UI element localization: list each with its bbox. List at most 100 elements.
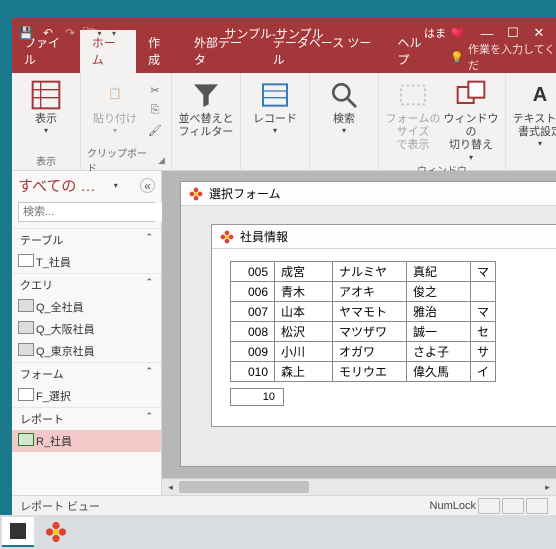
cell-c2[interactable]: オガワ [333,342,407,362]
cell-id[interactable]: 007 [231,302,275,322]
employee-table: 005成宮ナルミヤ真紀マ006青木アオキ俊之007山本ヤマモト雅治マ008松沢マ… [230,261,496,382]
cell-c1[interactable]: 森上 [275,362,333,382]
cell-c2[interactable]: ヤマモト [333,302,407,322]
report-view-button[interactable] [478,498,500,514]
taskbar-app-1[interactable] [2,517,34,547]
copy-button[interactable]: ⎘ [145,101,165,119]
nav-group-forms[interactable]: フォーム⌃ [12,362,161,385]
find-button[interactable]: 検索 ▾ [316,77,372,136]
scroll-right-icon[interactable]: ▸ [539,479,556,495]
cell-c1[interactable]: 山本 [275,302,333,322]
size-to-fit-button[interactable]: フォームのサイズ で表示 [385,77,441,153]
scroll-thumb[interactable] [179,481,309,493]
table-row[interactable]: 009小川オガワさよ子サ [231,342,496,362]
paste-button[interactable]: 📋 貼り付け ▾ [87,77,143,136]
ribbon-group-find: 検索 ▾ [310,73,379,170]
subform-titlebar[interactable]: 社員情報 — [212,225,556,249]
format-painter-button[interactable]: 🖌 [145,121,165,139]
cell-c3[interactable]: さよ子 [407,342,471,362]
table-row[interactable]: 008松沢マツザワ誠一セ [231,322,496,342]
search-input[interactable] [19,203,169,221]
cell-c3[interactable]: 真紀 [407,262,471,282]
tab-help[interactable]: ヘルプ [386,30,443,73]
body-area: すべての … ▾ « 🔍 テーブル⌃ T_社員 クエリ⌃ Q_全社員 Q_大阪社… [12,171,556,495]
funnel-icon [190,79,222,111]
taskbar [0,515,556,549]
nav-item-q-osaka[interactable]: Q_大阪社員 [12,318,161,340]
cell-c4[interactable] [471,282,496,302]
dialog-launcher-icon[interactable]: ◢ [158,155,165,166]
find-label: 検索 [333,113,355,126]
form-icon [220,230,234,244]
cell-c3[interactable]: 雅治 [407,302,471,322]
table-row[interactable]: 007山本ヤマモト雅治マ [231,302,496,322]
sort-filter-button[interactable]: 並べ替えと フィルター [178,77,234,139]
nav-item-r-emp[interactable]: R_社員 [12,430,161,452]
ribbon: 表示 ▾ 表示 📋 貼り付け ▾ ✂ ⎘ 🖌 クリップボード◢ [12,73,556,171]
record-navigator[interactable]: 10 [230,388,284,406]
taskbar-app-2[interactable] [40,517,72,547]
chevron-down-icon: ▾ [44,126,48,136]
nav-item-t-emp[interactable]: T_社員 [12,251,161,273]
cell-id[interactable]: 008 [231,322,275,342]
ribbon-group-view: 表示 ▾ 表示 [12,73,81,170]
chevron-down-icon: ▾ [538,139,542,149]
cell-id[interactable]: 010 [231,362,275,382]
tell-me-search[interactable]: 💡 作業を入力してくだ [442,41,556,73]
cell-c3[interactable]: 偉久馬 [407,362,471,382]
table-row[interactable]: 010森上モリウエ偉久馬イ [231,362,496,382]
save-icon[interactable]: 💾 [16,23,36,43]
cell-c2[interactable]: アオキ [333,282,407,302]
table-row[interactable]: 005成宮ナルミヤ真紀マ [231,262,496,282]
nav-item-f-sel[interactable]: F_選択 [12,385,161,407]
nav-item-q-tokyo[interactable]: Q_東京社員 [12,340,161,362]
nav-group-tables[interactable]: テーブル⌃ [12,228,161,251]
form-titlebar[interactable]: 選択フォーム [181,182,556,206]
folder-open-icon[interactable]: 🗁▾ [82,23,102,43]
redo-icon[interactable]: ↷ [60,23,80,43]
nav-group-reports[interactable]: レポート⌃ [12,407,161,430]
cell-c3[interactable]: 俊之 [407,282,471,302]
lightbulb-icon: 💡 [450,51,464,64]
print-preview-button[interactable] [502,498,524,514]
horizontal-scrollbar[interactable]: ◂ ▸ [162,478,556,495]
layout-view-button[interactable] [526,498,548,514]
nav-header[interactable]: すべての … ▾ « [12,171,161,200]
cut-button[interactable]: ✂ [145,81,165,99]
scroll-left-icon[interactable]: ◂ [162,479,179,495]
cell-c4[interactable]: サ [471,342,496,362]
cell-c1[interactable]: 小川 [275,342,333,362]
qat-customize-icon[interactable]: ▾ [104,23,124,43]
cell-id[interactable]: 009 [231,342,275,362]
cell-id[interactable]: 005 [231,262,275,282]
tab-create[interactable]: 作成 [136,30,182,73]
cell-c2[interactable]: ナルミヤ [333,262,407,282]
cell-c1[interactable]: 成宮 [275,262,333,282]
records-button[interactable]: レコード ▾ [247,77,303,136]
cell-c2[interactable]: モリウエ [333,362,407,382]
cell-id[interactable]: 006 [231,282,275,302]
cell-c4[interactable]: イ [471,362,496,382]
switch-windows-button[interactable]: ウィンドウの 切り替え ▾ [443,77,499,162]
tab-external-data[interactable]: 外部データ [182,30,261,73]
magnifier-icon [328,79,360,111]
cell-c4[interactable]: マ [471,262,496,282]
cell-c3[interactable]: 誠一 [407,322,471,342]
cell-c4[interactable]: マ [471,302,496,322]
undo-icon[interactable]: ↶ [38,23,58,43]
chevron-down-icon: ▾ [469,153,473,163]
record-count: 10 [263,391,275,403]
app-window: 💾 ↶ ↷ 🗁▾ ▾ サンプル-サンプル はま — ☐ ✕ ファイル ホーム 作… [12,18,556,515]
ribbon-group-sort: 並べ替えと フィルター [172,73,241,170]
cell-c2[interactable]: マツザワ [333,322,407,342]
view-button[interactable]: 表示 ▾ [18,77,74,136]
cell-c4[interactable]: セ [471,322,496,342]
tab-database-tools[interactable]: データベース ツール [261,30,386,73]
nav-group-queries[interactable]: クエリ⌃ [12,273,161,296]
collapse-nav-icon[interactable]: « [140,178,155,193]
cell-c1[interactable]: 松沢 [275,322,333,342]
table-row[interactable]: 006青木アオキ俊之 [231,282,496,302]
cell-c1[interactable]: 青木 [275,282,333,302]
text-format-button[interactable]: A テキストの 書式設定 ▾ [512,77,556,149]
nav-item-q-all[interactable]: Q_全社員 [12,296,161,318]
